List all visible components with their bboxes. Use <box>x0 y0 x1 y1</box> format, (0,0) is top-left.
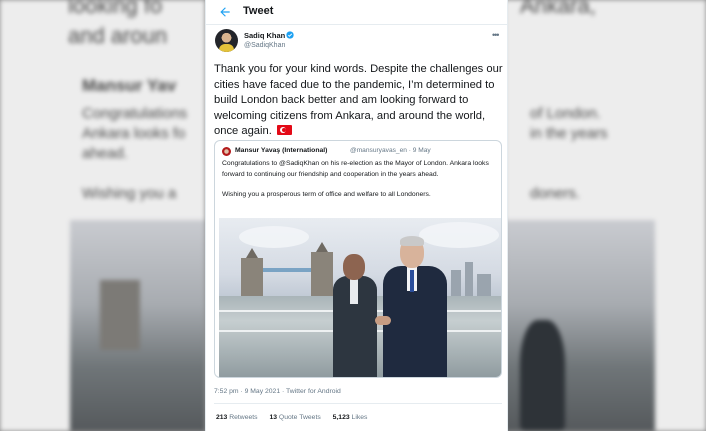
tweet-card: Tweet Sadiq Khan @SadiqKhan ••• Thank yo… <box>205 0 508 431</box>
quote-tweets-label: Quote Tweets <box>278 414 321 421</box>
background-text: Mansur Yav <box>82 76 177 95</box>
tweet-text: Thank you for your kind words. Despite t… <box>214 62 506 140</box>
tweet-timestamp[interactable]: 7:52 pm · 9 May 2021 · Twitter for Andro… <box>214 388 341 395</box>
background-person <box>520 320 565 431</box>
page-title: Tweet <box>243 5 274 17</box>
background-text: Ankara, <box>520 0 596 18</box>
retweets-count: 213 <box>216 414 228 421</box>
cloud <box>419 222 499 248</box>
likes-label: Likes <box>351 414 368 421</box>
background-text: ahead. <box>82 145 128 162</box>
background-tower <box>100 280 140 350</box>
retweets-label: Retweets <box>229 414 258 421</box>
bridge-tower-spire <box>316 242 328 252</box>
background-text: and aroun <box>68 23 168 48</box>
quoted-tweet-photo[interactable] <box>219 218 501 377</box>
verified-badge-icon <box>286 31 294 39</box>
likes-stat[interactable]: 5,123 Likes <box>333 414 368 421</box>
person-right-tie <box>410 270 414 292</box>
quoted-author-avatar <box>222 147 231 156</box>
divider <box>214 403 502 404</box>
quoted-tweet[interactable]: Mansur Yavaş (International) @mansuryava… <box>214 140 502 378</box>
bridge-tower <box>311 252 333 298</box>
skyline-building <box>465 262 473 296</box>
handshake <box>375 316 391 325</box>
turkey-flag-icon <box>276 125 292 136</box>
tweet-stats: 213 Retweets 13 Quote Tweets 5,123 Likes <box>216 414 377 421</box>
quoted-author-meta: @mansuryavas_en · 9 May <box>350 147 431 154</box>
skyline-building <box>451 270 461 296</box>
person-left-head <box>343 254 365 280</box>
likes-count: 5,123 <box>332 414 350 421</box>
quoted-tweet-text: Congratulations to @SadiqKhan on his re-… <box>222 159 497 201</box>
retweets-stat[interactable]: 213 Retweets <box>216 414 258 421</box>
back-arrow-icon[interactable] <box>218 5 232 19</box>
quote-tweets-count: 13 <box>269 414 278 421</box>
author-handle[interactable]: @SadiqKhan <box>244 42 285 49</box>
background-text: looking fo <box>68 0 163 18</box>
author-avatar[interactable] <box>215 29 238 52</box>
person-left-shirt <box>350 278 358 304</box>
quoted-author-name: Mansur Yavaş (International) <box>235 147 328 154</box>
quoted-text-paragraph: Congratulations to @SadiqKhan on his re-… <box>222 160 489 178</box>
bridge-tower <box>241 258 263 298</box>
author-name[interactable]: Sadiq Khan <box>244 31 285 40</box>
quoted-text-paragraph: Wishing you a prosperous term of office … <box>222 191 431 199</box>
cloud <box>239 226 309 248</box>
person-right-hair <box>400 236 424 246</box>
top-bar: Tweet <box>206 0 507 25</box>
background-text: Wishing you a <box>82 185 177 202</box>
skyline-building <box>477 274 491 296</box>
background-text: doners. <box>530 185 581 202</box>
quote-tweets-stat[interactable]: 13 Quote Tweets <box>269 414 320 421</box>
more-options-icon[interactable]: ••• <box>492 30 500 40</box>
bridge-walkway <box>263 268 311 272</box>
background-text: in the years <box>530 125 608 142</box>
tweet-body: Thank you for your kind words. Despite t… <box>214 63 503 138</box>
bridge-tower-spire <box>246 248 258 258</box>
